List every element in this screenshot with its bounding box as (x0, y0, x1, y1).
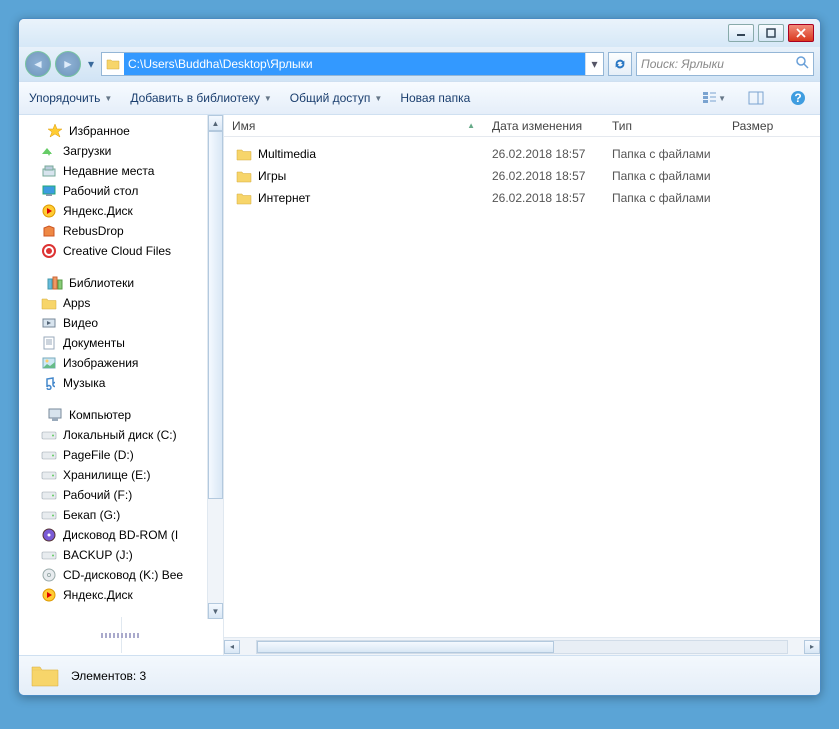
back-button[interactable]: ◄ (25, 51, 51, 77)
sidebar-item[interactable]: Apps (19, 293, 223, 313)
sidebar-item[interactable]: Недавние места (19, 161, 223, 181)
horizontal-scrollbar[interactable]: ◂ ▸ (224, 637, 820, 655)
folder-icon (29, 660, 61, 692)
maximize-button[interactable] (758, 24, 784, 42)
sidebar-item[interactable]: RebusDrop (19, 221, 223, 241)
sidebar-item[interactable]: Рабочий стол (19, 181, 223, 201)
sidebar: ИзбранноеЗагрузкиНедавние местаРабочий с… (19, 115, 224, 655)
sidebar-item[interactable]: Рабочий (F:) (19, 485, 223, 505)
sidebar-item[interactable]: Документы (19, 333, 223, 353)
new-folder-button[interactable]: Новая папка (400, 91, 470, 105)
sidebar-item[interactable]: Музыка (19, 373, 223, 393)
sidebar-item[interactable]: Creative Cloud Files (19, 241, 223, 261)
svg-text:?: ? (794, 91, 801, 105)
file-list: Multimedia26.02.2018 18:57Папка с файлам… (224, 137, 820, 637)
sidebar-item[interactable]: Локальный диск (C:) (19, 425, 223, 445)
navbar: ◄ ► ▾ ▾ Поиск: Ярлыки (19, 47, 820, 81)
sidebar-item[interactable]: Дисковод BD-ROM (I (19, 525, 223, 545)
search-box[interactable]: Поиск: Ярлыки (636, 52, 814, 76)
content-pane: Имя▲ Дата изменения Тип Размер Multimedi… (224, 115, 820, 655)
preview-pane-button[interactable] (744, 86, 768, 110)
address-dropdown[interactable]: ▾ (585, 53, 603, 75)
sidebar-scrollbar[interactable]: ▲ ▼ (207, 115, 223, 619)
column-name[interactable]: Имя▲ (224, 119, 484, 133)
sidebar-item[interactable]: Яндекс.Диск (19, 201, 223, 221)
address-bar[interactable]: ▾ (101, 52, 604, 76)
address-input[interactable] (124, 53, 585, 75)
explorer-window: ◄ ► ▾ ▾ Поиск: Ярлыки Упорядочить▼ Добав… (18, 18, 821, 696)
folder-icon (102, 53, 124, 75)
body: ИзбранноеЗагрузкиНедавние местаРабочий с… (19, 115, 820, 655)
sidebar-item[interactable]: Видео (19, 313, 223, 333)
organize-button[interactable]: Упорядочить▼ (29, 91, 112, 105)
sidebar-item[interactable]: Изображения (19, 353, 223, 373)
forward-button[interactable]: ► (55, 51, 81, 77)
titlebar (19, 19, 820, 47)
search-icon (796, 56, 809, 72)
file-row[interactable]: Игры26.02.2018 18:57Папка с файлами (224, 165, 820, 187)
column-date[interactable]: Дата изменения (484, 119, 604, 133)
column-headers: Имя▲ Дата изменения Тип Размер (224, 115, 820, 137)
search-placeholder: Поиск: Ярлыки (641, 57, 724, 71)
sidebar-item[interactable]: CD-дисковод (K:) Bee (19, 565, 223, 585)
refresh-button[interactable] (608, 52, 632, 76)
status-text: Элементов: 3 (71, 669, 146, 683)
toolbar: Упорядочить▼ Добавить в библиотеку▼ Общи… (19, 81, 820, 115)
sidebar-head-favorites[interactable]: Избранное (19, 121, 223, 141)
file-row[interactable]: Multimedia26.02.2018 18:57Папка с файлам… (224, 143, 820, 165)
status-bar: Элементов: 3 (19, 655, 820, 695)
sidebar-item[interactable]: BACKUP (J:) (19, 545, 223, 565)
sidebar-head-computer[interactable]: Компьютер (19, 405, 223, 425)
file-row[interactable]: Интернет26.02.2018 18:57Папка с файлами (224, 187, 820, 209)
column-type[interactable]: Тип (604, 119, 724, 133)
help-button[interactable]: ? (786, 86, 810, 110)
minimize-button[interactable] (728, 24, 754, 42)
sidebar-item[interactable]: Хранилище (E:) (19, 465, 223, 485)
sidebar-item[interactable]: Загрузки (19, 141, 223, 161)
close-button[interactable] (788, 24, 814, 42)
sidebar-resizer[interactable] (19, 617, 223, 653)
sidebar-head-libraries[interactable]: Библиотеки (19, 273, 223, 293)
sidebar-item[interactable]: Яндекс.Диск (19, 585, 223, 605)
column-size[interactable]: Размер (724, 119, 804, 133)
view-button[interactable]: ▼ (702, 86, 726, 110)
history-dropdown[interactable]: ▾ (85, 53, 97, 75)
add-to-library-button[interactable]: Добавить в библиотеку▼ (130, 91, 271, 105)
sidebar-item[interactable]: Бекап (G:) (19, 505, 223, 525)
sidebar-item[interactable]: PageFile (D:) (19, 445, 223, 465)
share-button[interactable]: Общий доступ▼ (290, 91, 383, 105)
